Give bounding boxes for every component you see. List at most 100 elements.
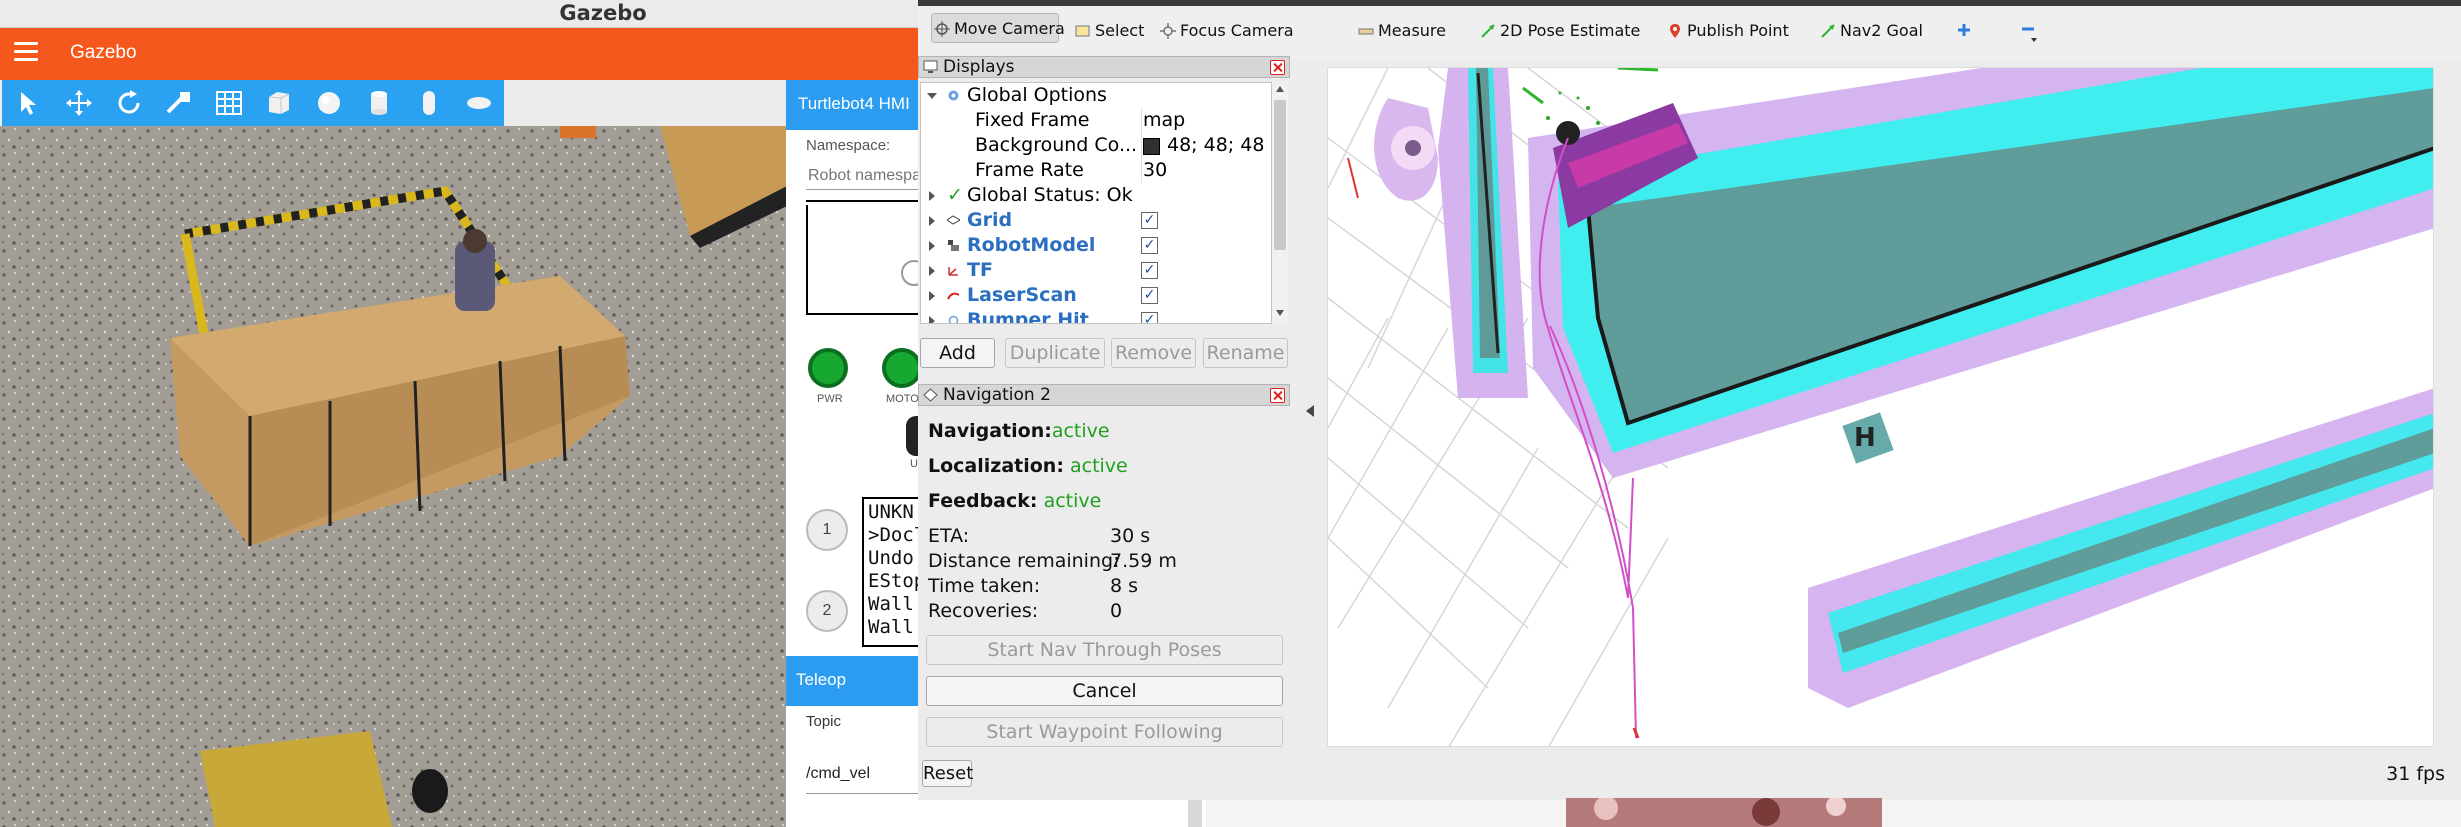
grid-checkbox[interactable]: ✓ <box>1141 212 1158 229</box>
select-label: Select <box>1095 21 1145 40</box>
background-color-swatch[interactable] <box>1143 138 1160 155</box>
hmi-button-1[interactable]: 1 <box>806 509 848 551</box>
tree-row-frame-rate[interactable]: Frame Rate 30 <box>921 158 1271 183</box>
focus-camera-icon <box>1160 23 1176 39</box>
tf-display-label: TF <box>967 259 993 281</box>
recoveries-label: Recoveries: <box>928 600 1039 622</box>
tree-row-grid[interactable]: Grid ✓ <box>921 208 1271 233</box>
robot-model-icon <box>948 240 959 251</box>
nav2-goal-button[interactable]: Nav2 Goal <box>1818 16 1923 46</box>
remove-tool-icon[interactable] <box>2018 22 2042 46</box>
expand-arrow-icon[interactable] <box>929 191 935 201</box>
remove-display-button[interactable]: Remove <box>1111 338 1196 368</box>
motor-led <box>882 348 922 388</box>
scale-tool-icon[interactable] <box>162 86 196 120</box>
navigation-status: Navigation:active <box>928 419 1110 443</box>
topic-underline <box>806 793 926 794</box>
tf-checkbox[interactable]: ✓ <box>1141 262 1158 279</box>
tree-row-tf[interactable]: TF ✓ <box>921 258 1271 283</box>
tree-row-background-color[interactable]: Background Co... 48; 48; 48 <box>921 133 1271 158</box>
publish-point-label: Publish Point <box>1687 21 1789 40</box>
ellipsoid-shape-icon[interactable] <box>462 86 496 120</box>
frame-rate-value[interactable]: 30 <box>1143 158 1167 183</box>
cancel-button[interactable]: Cancel <box>926 676 1283 706</box>
grid-icon <box>947 215 960 225</box>
rviz-toolbar: Move Camera Select Focus Camera Measure … <box>918 0 2461 60</box>
expand-arrow-icon[interactable] <box>929 266 935 276</box>
displays-tree: Global Options Fixed Frame map Backgroun… <box>920 82 1288 324</box>
focus-camera-button[interactable]: Focus Camera <box>1158 16 1294 46</box>
scroll-thumb[interactable] <box>1274 100 1286 250</box>
tree-row-bumper-hit[interactable]: Bumper Hit ✓ <box>921 308 1271 323</box>
hmi-button-2[interactable]: 2 <box>806 590 848 632</box>
rotate-tool-icon[interactable] <box>112 86 146 120</box>
hmi-title: Turtlebot4 HMI <box>798 94 910 113</box>
rviz-splitter[interactable] <box>1298 60 1327 747</box>
sphere-shape-icon[interactable] <box>312 86 346 120</box>
background-color-value[interactable]: 48; 48; 48 <box>1167 133 1264 158</box>
eta-value: 30 s <box>1110 525 1151 547</box>
grid-tool-icon[interactable] <box>212 86 246 120</box>
select-icon <box>1075 25 1090 37</box>
tree-row-robotmodel[interactable]: RobotModel ✓ <box>921 233 1271 258</box>
add-tool-icon[interactable] <box>1956 22 1972 38</box>
bumper-hit-icon <box>948 315 959 323</box>
add-display-button[interactable]: Add <box>920 338 995 368</box>
cylinder-shape-icon[interactable] <box>362 86 396 120</box>
expand-arrow-icon[interactable] <box>929 316 935 323</box>
move-camera-button[interactable]: Move Camera <box>931 13 1065 43</box>
fixed-frame-value[interactable]: map <box>1143 108 1185 133</box>
expand-arrow-icon[interactable] <box>927 93 937 99</box>
nav2-goal-icon <box>1821 24 1835 38</box>
duplicate-display-button[interactable]: Duplicate <box>1005 338 1105 368</box>
expand-arrow-icon[interactable] <box>929 241 935 251</box>
localization-status-value: active <box>1069 455 1128 477</box>
hamburger-menu-icon[interactable] <box>14 42 38 62</box>
tree-row-laserscan[interactable]: LaserScan ✓ <box>921 283 1271 308</box>
recoveries-value: 0 <box>1110 600 1123 622</box>
global-status-label: Global Status: Ok <box>967 184 1133 206</box>
laserscan-checkbox[interactable]: ✓ <box>1141 287 1158 304</box>
namespace-input[interactable] <box>806 162 926 190</box>
scroll-up-icon[interactable] <box>1276 86 1284 92</box>
feedback-status: Feedback: active <box>928 489 1101 513</box>
select-button[interactable]: Select <box>1073 16 1144 46</box>
rviz-3d-view[interactable]: H <box>1327 67 2434 747</box>
topic-value[interactable]: /cmd_vel <box>806 765 870 783</box>
displays-icon <box>923 60 938 73</box>
expand-arrow-icon[interactable] <box>929 216 935 226</box>
pose-estimate-button[interactable]: 2D Pose Estimate <box>1478 16 1640 46</box>
eta-label: ETA: <box>928 525 970 547</box>
svg-text:H: H <box>1854 423 1876 453</box>
tree-row-fixed-frame[interactable]: Fixed Frame map <box>921 108 1271 183</box>
teleop-header: Teleop <box>786 656 920 706</box>
namespace-label: Namespace: <box>806 137 891 154</box>
reset-button[interactable]: Reset <box>922 760 973 787</box>
fixed-frame-label: Fixed Frame <box>975 109 1090 131</box>
gazebo-3d-scene[interactable] <box>0 126 787 827</box>
select-tool-icon[interactable] <box>12 86 46 120</box>
tree-row-global-status[interactable]: ✓ Global Status: Ok <box>921 183 1271 208</box>
scroll-down-icon[interactable] <box>1276 310 1284 316</box>
rename-display-button[interactable]: Rename <box>1203 338 1288 368</box>
start-nav-through-poses-button[interactable]: Start Nav Through Poses <box>926 635 1283 665</box>
nav2-close-icon[interactable] <box>1270 388 1285 403</box>
box-shape-icon[interactable] <box>262 86 296 120</box>
displays-close-icon[interactable] <box>1270 60 1285 75</box>
start-waypoint-following-button[interactable]: Start Waypoint Following <box>926 717 1283 747</box>
capsule-shape-icon[interactable] <box>412 86 446 120</box>
publish-point-button[interactable]: Publish Point <box>1665 16 1789 46</box>
measure-button[interactable]: Measure <box>1356 16 1446 46</box>
tf-icon <box>948 267 958 276</box>
laserscan-icon <box>947 292 960 300</box>
translate-tool-icon[interactable] <box>62 86 96 120</box>
expand-arrow-icon[interactable] <box>929 291 935 301</box>
tree-row-global-options[interactable]: Global Options <box>921 83 1271 108</box>
topic-label: Topic <box>806 713 842 730</box>
robotmodel-checkbox[interactable]: ✓ <box>1141 237 1158 254</box>
displays-scrollbar[interactable] <box>1271 82 1288 324</box>
global-options-label: Global Options <box>967 84 1107 106</box>
collapse-arrow-icon[interactable] <box>1306 405 1314 417</box>
bumper-hit-checkbox[interactable]: ✓ <box>1141 312 1158 323</box>
nav2-panel-icon <box>923 388 938 402</box>
